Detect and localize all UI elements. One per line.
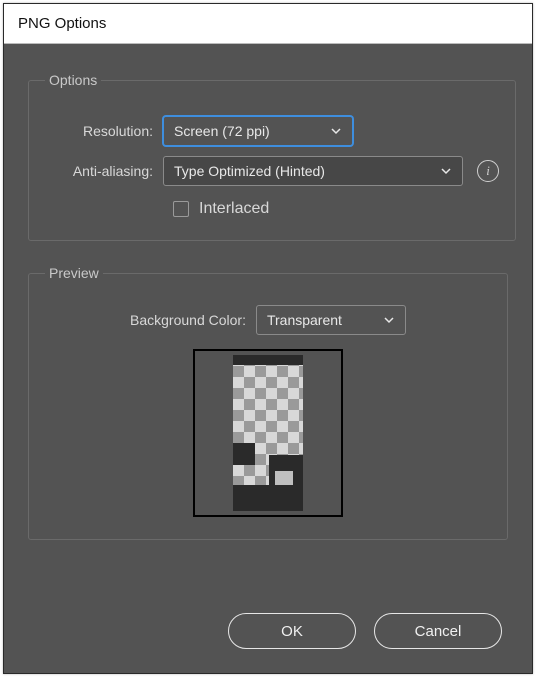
antialias-select[interactable]: Type Optimized (Hinted) (163, 156, 463, 186)
dialog-title: PNG Options (18, 15, 106, 32)
preview-image (233, 355, 303, 511)
bgcolor-row: Background Color: Transparent (130, 305, 406, 335)
ok-button[interactable]: OK (228, 613, 356, 649)
interlaced-row: Interlaced (173, 200, 499, 218)
png-options-dialog: PNG Options Options Resolution: Screen (… (3, 3, 533, 674)
antialias-label: Anti-aliasing: (45, 163, 163, 179)
options-legend: Options (45, 72, 101, 88)
preview-group: Preview Background Color: Transparent (28, 265, 508, 540)
chevron-down-icon (440, 165, 452, 177)
bgcolor-label: Background Color: (130, 312, 256, 328)
button-row: OK Cancel (4, 595, 532, 673)
dialog-content: Options Resolution: Screen (72 ppi) Anti… (4, 44, 532, 595)
antialias-value: Type Optimized (Hinted) (174, 163, 325, 179)
preview-area: Background Color: Transparent (45, 299, 491, 517)
interlaced-label: Interlaced (199, 200, 269, 218)
chevron-down-icon (330, 125, 342, 137)
antialias-row: Anti-aliasing: Type Optimized (Hinted) i (45, 156, 499, 186)
bgcolor-select[interactable]: Transparent (256, 305, 406, 335)
cancel-button[interactable]: Cancel (374, 613, 502, 649)
resolution-label: Resolution: (45, 123, 163, 139)
interlaced-checkbox[interactable] (173, 201, 189, 217)
resolution-value: Screen (72 ppi) (174, 123, 270, 139)
options-group: Options Resolution: Screen (72 ppi) Anti… (28, 72, 516, 241)
bgcolor-value: Transparent (267, 312, 342, 328)
preview-legend: Preview (45, 265, 103, 281)
resolution-row: Resolution: Screen (72 ppi) (45, 116, 499, 146)
titlebar: PNG Options (4, 4, 532, 44)
info-icon[interactable]: i (477, 160, 499, 182)
resolution-select[interactable]: Screen (72 ppi) (163, 116, 353, 146)
chevron-down-icon (383, 314, 395, 326)
preview-thumbnail (193, 349, 343, 517)
